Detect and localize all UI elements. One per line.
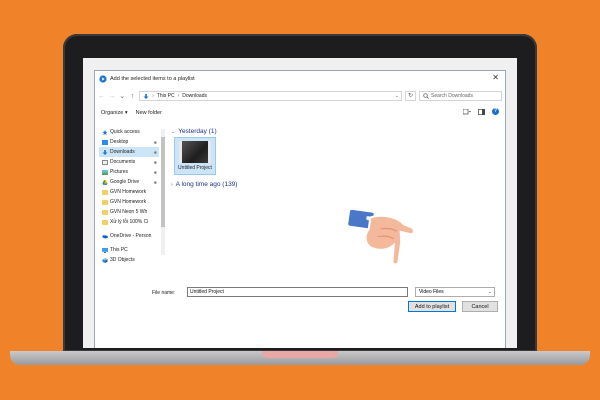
- search-icon: [423, 93, 429, 99]
- pointing-hand-icon: [346, 207, 415, 266]
- computer-icon: [102, 247, 108, 253]
- sidebar-item-folder[interactable]: GVN Homework: [99, 197, 159, 207]
- sidebar-item-folder[interactable]: Xử lý lỗi 100% Ci: [99, 217, 159, 227]
- sidebar-item-label: Documents: [110, 159, 136, 165]
- breadcrumb-this-pc[interactable]: This PC: [157, 93, 175, 99]
- sidebar-item-label: 3D Objects: [110, 257, 135, 263]
- sidebar-item-label: GVN Neon 5 Wh: [110, 209, 148, 215]
- navigation-pane: Quick access Desktop ✱ Downloads ✱ Docum…: [99, 127, 159, 277]
- pin-icon: ✱: [153, 169, 157, 175]
- video-thumbnail: [179, 141, 211, 163]
- search-input[interactable]: [431, 93, 501, 99]
- file-dialog: Add the selected items to a playlist ✕ ←…: [94, 70, 506, 348]
- group-header-yesterday[interactable]: ⌄ Yesterday (1): [171, 128, 217, 135]
- sidebar-scrollbar[interactable]: [161, 129, 165, 255]
- search-box: [419, 91, 502, 101]
- preview-pane-icon[interactable]: [478, 108, 485, 115]
- sidebar-item-label: Downloads: [110, 149, 135, 155]
- breadcrumb-downloads[interactable]: Downloads: [182, 93, 207, 99]
- sidebar-item-label: Pictures: [110, 169, 129, 175]
- sidebar-item-this-pc[interactable]: This PC: [99, 245, 159, 255]
- sidebar-item-google-drive[interactable]: Google Drive ✱: [99, 177, 159, 187]
- sidebar-item-quick-access[interactable]: Quick access: [99, 127, 159, 137]
- view-controls: ?: [463, 108, 499, 115]
- media-player-icon: [99, 75, 107, 83]
- chevron-down-icon: ⌄: [487, 289, 492, 295]
- google-drive-icon: [102, 179, 108, 185]
- pin-icon: ✱: [153, 149, 157, 155]
- sidebar-item-folder[interactable]: GVN Homework: [99, 187, 159, 197]
- forward-button[interactable]: →: [108, 93, 115, 100]
- sidebar-item-label: Xử lý lỗi 100% Ci: [110, 219, 149, 225]
- sidebar-item-label: Google Drive: [110, 179, 140, 185]
- group-label: A long time ago (139): [175, 181, 238, 188]
- file-type-value: Video Files: [419, 289, 444, 295]
- laptop-notch: [262, 351, 338, 358]
- address-row: ← → ⌄ ↑ › This PC › Downloads ⌄ ↻: [95, 87, 505, 105]
- laptop-screen: Add the selected items to a playlist ✕ ←…: [83, 58, 517, 348]
- refresh-button[interactable]: ↻: [404, 91, 416, 101]
- film-strip: [179, 141, 182, 163]
- document-icon: [102, 159, 108, 165]
- folder-icon: [102, 199, 108, 205]
- address-bar[interactable]: › This PC › Downloads ⌄: [139, 91, 402, 101]
- folder-icon: [102, 209, 108, 215]
- pin-icon: ✱: [153, 159, 157, 165]
- sidebar-item-label: Quick access: [110, 129, 140, 135]
- pin-icon: ✱: [153, 139, 157, 145]
- back-button[interactable]: ←: [98, 93, 105, 100]
- film-strip: [208, 141, 211, 163]
- sidebar-item-onedrive[interactable]: OneDrive - Person: [99, 231, 159, 241]
- sidebar-item-label: OneDrive - Person: [110, 233, 152, 239]
- organize-button[interactable]: Organize ▾: [101, 110, 128, 116]
- recent-locations-button[interactable]: ⌄: [119, 92, 126, 100]
- up-button[interactable]: ↑: [129, 93, 136, 100]
- folder-icon: [102, 189, 108, 195]
- file-list: ⌄ Yesterday (1) Untitled Project › A lon…: [171, 123, 501, 273]
- desktop-icon: [102, 139, 108, 145]
- pin-icon: ✱: [153, 179, 157, 185]
- cube-icon: [102, 257, 108, 263]
- file-type-select[interactable]: Video Files ⌄: [415, 287, 495, 297]
- file-item[interactable]: Untitled Project: [174, 137, 216, 175]
- sidebar-item-label: This PC: [110, 247, 128, 253]
- scrollbar-thumb[interactable]: [161, 137, 165, 227]
- title-bar: Add the selected items to a playlist ✕: [95, 71, 505, 87]
- cancel-button[interactable]: Cancel: [462, 301, 498, 312]
- sidebar-item-pictures[interactable]: Pictures ✱: [99, 167, 159, 177]
- star-icon: [102, 129, 108, 135]
- onedrive-icon: [102, 234, 108, 238]
- chevron-right-icon: ›: [171, 181, 173, 188]
- picture-icon: [102, 169, 108, 175]
- help-icon[interactable]: ?: [492, 108, 499, 115]
- close-icon[interactable]: ✕: [492, 73, 499, 82]
- folder-icon: [102, 219, 108, 225]
- sidebar-item-folder[interactable]: GVN Neon 5 Wh: [99, 207, 159, 217]
- dialog-title: Add the selected items to a playlist: [110, 76, 195, 82]
- group-label: Yesterday (1): [178, 128, 217, 135]
- sidebar-item-documents[interactable]: Documents ✱: [99, 157, 159, 167]
- breadcrumb-separator: ›: [152, 93, 154, 99]
- sidebar-item-label: Desktop: [110, 139, 129, 145]
- chevron-down-icon: ⌄: [171, 128, 176, 135]
- add-to-playlist-button[interactable]: Add to playlist: [408, 301, 456, 312]
- sidebar-item-label: GVN Homework: [110, 189, 147, 195]
- download-icon: [102, 149, 108, 155]
- command-bar: Organize ▾ New folder ?: [95, 105, 505, 121]
- sidebar-item-downloads[interactable]: Downloads ✱: [99, 147, 159, 157]
- new-folder-button[interactable]: New folder: [136, 110, 162, 116]
- view-options-icon[interactable]: [463, 108, 471, 115]
- sidebar-item-3d-objects[interactable]: 3D Objects: [99, 255, 159, 265]
- file-name: Untitled Project: [178, 165, 212, 171]
- chevron-down-icon[interactable]: ⌄: [395, 93, 399, 99]
- sidebar-item-desktop[interactable]: Desktop ✱: [99, 137, 159, 147]
- group-header-long-ago[interactable]: › A long time ago (139): [171, 181, 237, 188]
- filename-label: File name:: [152, 290, 176, 296]
- sidebar-item-label: GVN Homework: [110, 199, 147, 205]
- breadcrumb-separator: ›: [177, 93, 180, 99]
- filename-input[interactable]: [187, 287, 408, 297]
- download-icon: [143, 93, 149, 99]
